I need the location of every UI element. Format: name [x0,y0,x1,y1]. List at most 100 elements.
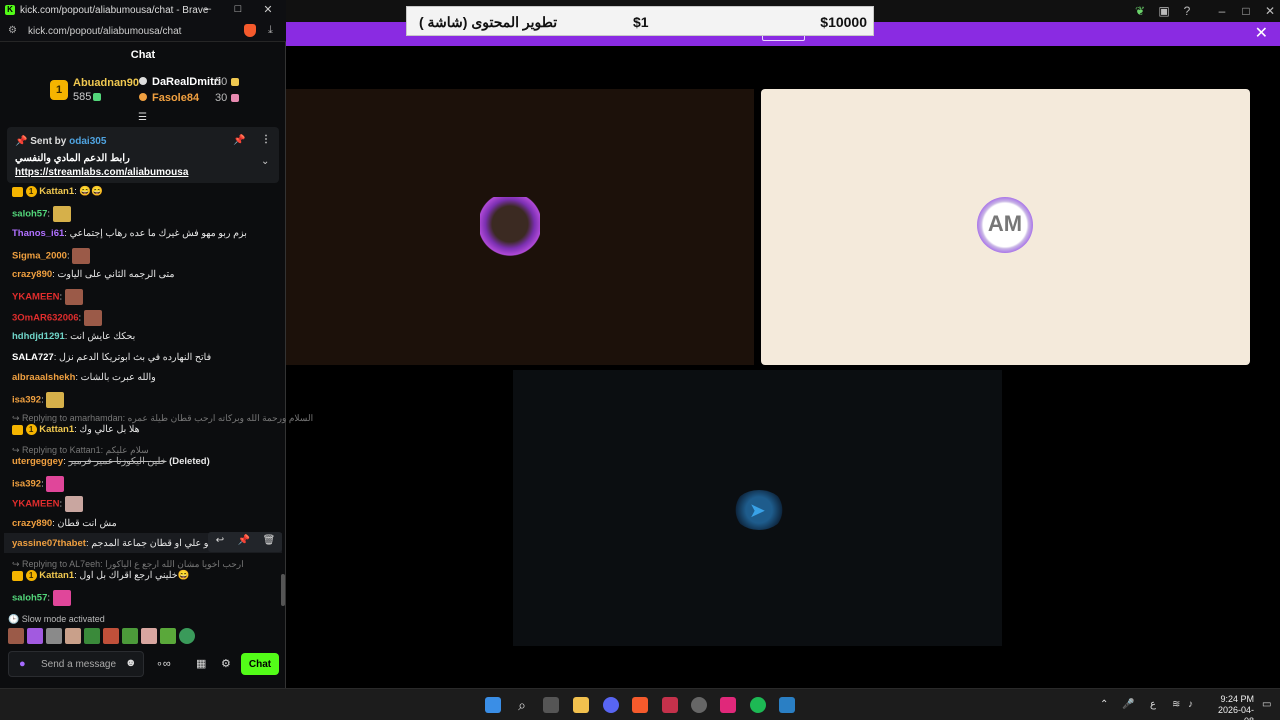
chat-username[interactable]: Thanos_i61 [12,228,64,239]
emote-icon[interactable] [179,628,195,644]
chat-message[interactable]: YKAMEEN: [12,496,83,512]
chat-message[interactable]: Thanos_i61: بزم ربو مهو فش غيرك ما عده ر… [12,228,247,239]
wifi-icon[interactable]: ≋ [1172,699,1180,710]
emoji-icon[interactable]: ☻ [125,657,137,669]
search-icon[interactable]: ⌕ [514,697,530,713]
maximize-icon[interactable]: □ [231,3,245,15]
chat-username[interactable]: saloh57 [12,209,47,220]
banner-close-icon[interactable]: ✕ [1255,25,1268,43]
participant-tile-2[interactable]: AM [761,89,1250,365]
chat-username[interactable]: isa392 [12,479,41,490]
emote-icon[interactable] [84,628,100,644]
chat-username[interactable]: crazy890 [12,269,52,280]
reply-context[interactable]: ↪ Replying to Kattan1: سلام عليكم [12,445,149,456]
chat-message[interactable]: 1 Kattan1: خليني ارجع اقراك بل اول😄 [12,570,190,581]
chat-message[interactable]: SALA727: فاتح النهارده في بث ابوتريكا ال… [12,352,211,363]
pinned-message[interactable]: 📌 Sent by odai305 رابط الدعم المادي والن… [7,127,279,183]
participant-tile-1[interactable] [286,89,754,365]
chat-username[interactable]: SALA727 [12,352,54,363]
chat-username[interactable]: YKAMEEN [12,292,60,303]
chat-username[interactable]: Sigma_2000 [12,251,67,262]
participant-tile-3[interactable]: ➤ [513,370,1002,646]
chat-message[interactable]: Sigma_2000: [12,248,91,264]
pinned-sender[interactable]: odai305 [69,136,106,147]
pin-icon[interactable]: 📌 [233,135,245,146]
chat-message[interactable]: 1 Kattan1: 😄😄 [12,186,103,197]
chat-message[interactable]: crazy890: متى الرجمه الثاني على الياوت [12,269,175,280]
brave-icon[interactable] [632,697,648,713]
emote-icon[interactable] [65,628,81,644]
pin-icon[interactable]: 📌 [236,535,252,546]
chat-username[interactable]: albraaalshekh [12,372,75,383]
volume-icon[interactable]: ♪ [1188,699,1193,710]
address-bar[interactable]: ⚙ kick.com/popout/aliabumousa/chat ⤓ [0,20,286,42]
microphone-icon[interactable]: 🎤 [1122,699,1134,710]
emote-icon[interactable] [160,628,176,644]
brave-shield-icon[interactable] [244,24,256,37]
leaderboard-user-2[interactable]: DaRealDmitri [152,76,221,88]
task-view-icon[interactable] [543,697,559,713]
filter-icon[interactable]: ☰ [138,112,147,123]
pinned-link[interactable]: https://streamlabs.com/aliabumousa [15,167,188,178]
reply-icon[interactable]: ↩ [212,535,228,546]
chat-username[interactable]: 3OmAR632006 [12,313,79,324]
chat-username[interactable]: Kattan1 [39,186,74,197]
leaf-icon[interactable]: ❦ [1132,3,1148,19]
microphone-icon[interactable]: ● [19,658,26,670]
download-icon[interactable]: ⤓ [268,24,273,37]
leaderboard-user-3[interactable]: Fasole84 [152,92,199,104]
chat-message[interactable]: 3OmAR632006: [12,310,102,326]
reply-context[interactable]: ↪ Replying to amarhamdan: السلام ورحمة ا… [12,413,313,424]
chat-message[interactable]: saloh57: [12,206,71,222]
pip-icon[interactable]: ▣ [1156,3,1172,19]
help-icon[interactable]: ? [1179,3,1195,19]
chat-message[interactable]: yassine07thabet: ول ابو علي او قطان جماع… [12,538,228,549]
site-settings-icon[interactable]: ⚙ [8,25,17,36]
app-icon[interactable] [779,697,795,713]
close-icon[interactable]: ✕ [261,3,275,16]
emote-icon[interactable] [46,628,62,644]
app-icon[interactable] [662,697,678,713]
chat-message[interactable]: utergeggey: خلين اليكوزنا عمير فرمير (De… [12,456,210,467]
file-explorer-icon[interactable] [573,697,589,713]
emote-icon[interactable] [141,628,157,644]
chat-username[interactable]: Kattan1 [39,570,74,581]
emote-icon[interactable] [27,628,43,644]
start-icon[interactable] [485,697,501,713]
settings-gear-icon[interactable]: ⚙ [221,657,231,670]
emote-icon[interactable] [103,628,119,644]
store-icon[interactable]: ▦ [196,657,206,670]
chat-message[interactable]: crazy890: مش انت قطان [12,518,117,529]
chat-message[interactable]: 1 Kattan1: هلا بل عالي وك [12,424,140,435]
chat-username[interactable]: isa392 [12,395,41,406]
chevron-down-icon[interactable]: ⌄ [261,156,269,167]
minimize-icon[interactable]: – [201,3,215,15]
chat-username[interactable]: Kattan1 [39,424,74,435]
app-icon[interactable] [691,697,707,713]
chat-message[interactable]: saloh57: [12,590,71,606]
emote-icon[interactable] [8,628,24,644]
keyboard-language[interactable]: ع [1150,699,1156,710]
clock[interactable]: 9:24 PM 2026-04-08 [1208,694,1254,720]
spotify-icon[interactable] [750,697,766,713]
chat-username[interactable]: YKAMEEN [12,499,60,510]
chevron-up-icon[interactable]: ⌃ [1100,699,1108,710]
notification-icon[interactable]: ▭ [1262,699,1271,710]
emote-icon[interactable] [122,628,138,644]
message-input[interactable] [41,657,123,672]
send-chat-button[interactable]: Chat [241,653,279,675]
app-icon[interactable] [720,697,736,713]
chat-username[interactable]: crazy890 [12,518,52,529]
more-options-icon[interactable]: ⋮ [261,134,271,145]
maximize-icon[interactable]: □ [1238,3,1254,19]
url-text[interactable]: kick.com/popout/aliabumousa/chat [28,26,181,37]
chat-username[interactable]: saloh57 [12,593,47,604]
chat-message[interactable]: isa392: [12,392,65,408]
chat-username[interactable]: hdhdjd1291 [12,331,65,342]
discord-icon[interactable] [603,697,619,713]
chat-message[interactable]: isa392: [12,476,65,492]
chat-message[interactable]: YKAMEEN: [12,289,83,305]
chat-username[interactable]: yassine07thabet [12,538,86,549]
reply-context[interactable]: ↪ Replying to AL7eeh: ارحب اخويا مشان ال… [12,559,244,570]
delete-icon[interactable]: 🗑 [261,535,277,546]
